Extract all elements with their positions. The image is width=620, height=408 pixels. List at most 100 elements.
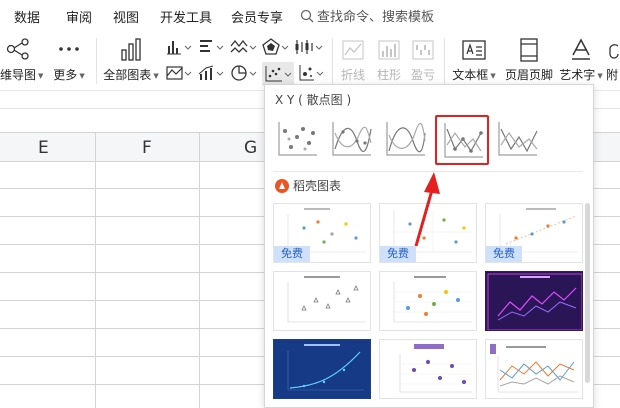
- horizontal-bar-chart-button[interactable]: [198, 38, 226, 58]
- attachment-label: 附: [606, 68, 619, 82]
- free-badge: 免费: [380, 246, 416, 262]
- scatter-smooth-lines-icon: [386, 122, 426, 156]
- header-footer-button[interactable]: 页眉页脚: [502, 36, 556, 86]
- template-preview-colored-scatter: [393, 276, 472, 323]
- template-preview-triangle-scatter: [287, 276, 366, 323]
- toolbar-separator: [96, 38, 97, 84]
- column-chart-button[interactable]: [166, 38, 194, 58]
- scatter-markers-icon: [278, 122, 317, 156]
- tab-view[interactable]: 视图: [113, 7, 139, 26]
- scatter-chart-button[interactable]: [262, 62, 294, 86]
- horizontal-bar-chart-icon: [200, 40, 224, 52]
- area-chart-button[interactable]: [166, 64, 194, 84]
- scatter-straight-lines-icon: [498, 122, 538, 156]
- sparkline-winloss-label: 盈亏: [410, 68, 435, 82]
- line-chart-icon: [230, 39, 257, 53]
- sparkline-column-label: 柱形: [376, 68, 401, 82]
- panel-scrollbar[interactable]: [585, 203, 590, 383]
- menu-bar: 数据 审阅 视图 开发工具 会员专享 查找命令、搜索模板: [0, 0, 620, 32]
- attachment-icon: [609, 44, 619, 59]
- bar-chart-icon: [121, 38, 141, 61]
- textbox-button[interactable]: 文本框 ▼: [448, 36, 500, 86]
- free-badge: 免费: [274, 246, 310, 262]
- template-preview-purple-scatter: [399, 344, 472, 393]
- sparkline-line-button[interactable]: 折线: [336, 36, 370, 86]
- mindmap-icon: [6, 38, 29, 60]
- scatter-smooth-markers-icon: [332, 122, 372, 156]
- wordart-label: 艺术字: [559, 68, 596, 82]
- mindmap-button[interactable]: 维导图 ▼: [0, 36, 44, 86]
- chart-template-card[interactable]: 免费: [273, 203, 371, 263]
- tab-data[interactable]: 数据: [14, 7, 40, 26]
- template-preview-blue-curve: [274, 340, 370, 398]
- column-header-g[interactable]: G: [244, 138, 257, 158]
- tab-member[interactable]: 会员专享: [231, 7, 283, 26]
- scatter-markers-only-option[interactable]: [275, 119, 319, 159]
- mindmap-label: 维导图: [0, 68, 37, 82]
- scatter-straight-lines-option[interactable]: [495, 119, 539, 159]
- textbox-label: 文本框: [452, 68, 489, 82]
- sparkline-line-icon: [342, 40, 364, 60]
- scatter-straight-lines-markers-option[interactable]: [435, 115, 489, 165]
- wordart-button[interactable]: 艺术字 ▼: [556, 36, 606, 86]
- toolbar-separator: [332, 38, 333, 84]
- chart-template-grid: 免费 免费 免费: [273, 203, 585, 408]
- sparkline-column-icon: [378, 40, 400, 60]
- wordart-icon: [572, 38, 590, 60]
- more-dots-icon: [59, 47, 79, 51]
- tab-review[interactable]: 审阅: [66, 7, 92, 26]
- chart-template-card[interactable]: [485, 271, 583, 331]
- more-button[interactable]: 更多 ▼: [50, 36, 88, 86]
- chart-template-card[interactable]: [273, 339, 371, 399]
- toolbar-separator: [444, 38, 445, 84]
- xy-chart-types: [273, 113, 573, 165]
- more-label: 更多: [53, 68, 78, 82]
- chart-template-card[interactable]: [379, 339, 477, 399]
- search-label: 查找命令、搜索模板: [317, 10, 435, 25]
- scatter-chart-icon: [265, 66, 292, 82]
- scatter-smooth-lines-option[interactable]: [383, 119, 427, 159]
- line-chart-button[interactable]: [230, 38, 258, 58]
- docer-logo-icon: [275, 178, 289, 193]
- chart-template-card[interactable]: [485, 339, 583, 399]
- sparkline-winloss-button[interactable]: 盈亏: [406, 36, 440, 86]
- panel-divider: [273, 171, 583, 172]
- pie-chart-icon: [231, 65, 257, 81]
- tab-developer-tools[interactable]: 开发工具: [160, 7, 212, 26]
- header-footer-icon: [520, 38, 538, 62]
- chart-template-card[interactable]: [379, 271, 477, 331]
- chart-template-card[interactable]: 免费: [379, 203, 477, 263]
- template-preview-purple-line: [486, 272, 582, 330]
- scatter-smooth-lines-markers-option[interactable]: [329, 119, 373, 159]
- pie-chart-button[interactable]: [230, 64, 258, 84]
- template-preview-multi-line: [490, 344, 578, 393]
- area-chart-icon: [166, 66, 192, 80]
- textbox-icon: [462, 40, 486, 60]
- command-search[interactable]: 查找命令、搜索模板: [300, 6, 434, 25]
- docer-charts-title: 稻壳图表: [293, 179, 342, 193]
- combo-chart-icon: [198, 65, 224, 80]
- radar-chart-button[interactable]: [262, 38, 290, 58]
- combo-chart-button[interactable]: [198, 64, 226, 84]
- column-chart-icon: [167, 41, 192, 55]
- docer-charts-header: 稻壳图表: [275, 177, 341, 194]
- sparkline-column-button[interactable]: 柱形: [372, 36, 406, 86]
- stock-chart-button[interactable]: [294, 38, 324, 58]
- all-charts-button[interactable]: 全部图表 ▼: [102, 36, 160, 86]
- column-header-f[interactable]: F: [142, 138, 152, 158]
- insert-toolbar: 维导图 ▼ 更多 ▼ 全部图表 ▼ 折线 柱形 盈亏 文本框 ▼ 页眉页脚 艺术…: [0, 32, 620, 90]
- all-charts-label: 全部图表: [103, 68, 152, 82]
- stock-chart-icon: [295, 40, 323, 54]
- sparkline-line-label: 折线: [340, 68, 365, 82]
- scatter-chart-dropdown: X Y ( 散点图 ) 稻壳图表 免费 免费 免费: [264, 84, 594, 408]
- search-icon: [300, 9, 314, 22]
- column-header-e[interactable]: E: [38, 138, 49, 158]
- chart-template-card[interactable]: 免费: [485, 203, 583, 263]
- chart-template-card[interactable]: [273, 271, 371, 331]
- header-footer-label: 页眉页脚: [504, 68, 553, 82]
- attachment-button[interactable]: 附: [606, 36, 620, 86]
- bubble-chart-icon: [299, 65, 324, 81]
- sparkline-winloss-icon: [412, 40, 434, 60]
- bubble-chart-button[interactable]: [298, 64, 326, 84]
- column-divider: [95, 132, 96, 408]
